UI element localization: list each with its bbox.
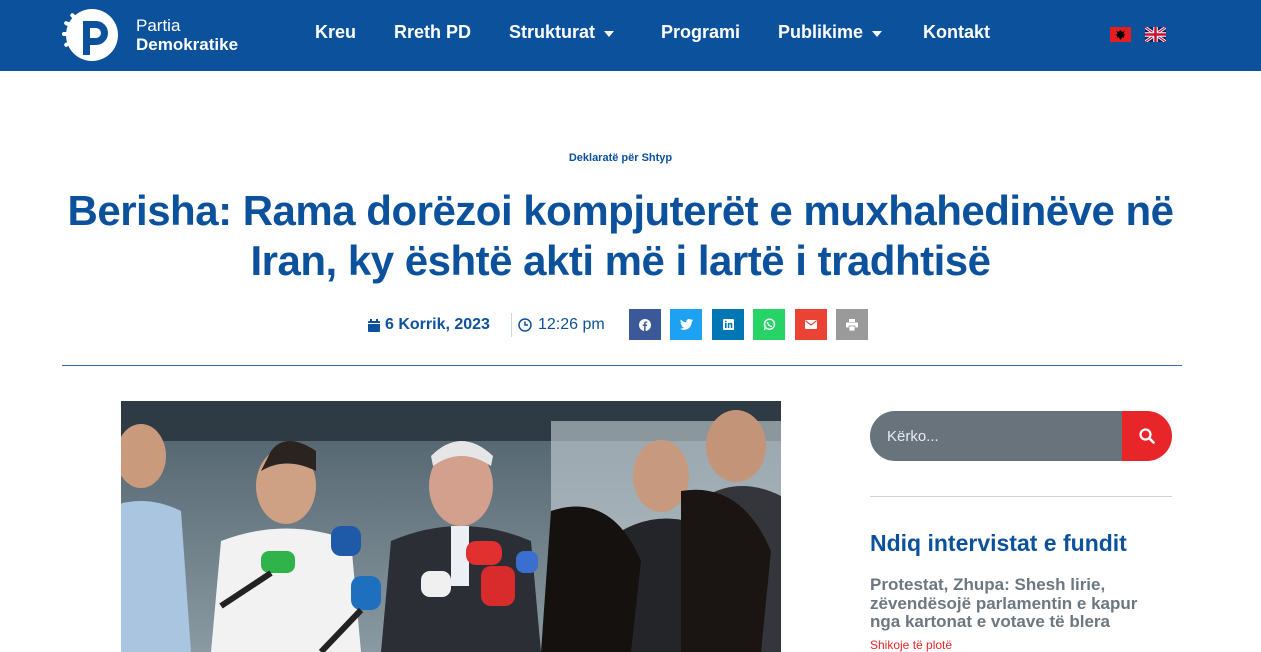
sidebar-section-title: Ndiq intervistat e fundit: [870, 530, 1127, 556]
twitter-icon: [679, 319, 693, 330]
share-facebook-button[interactable]: [629, 309, 661, 340]
meta-separator: [511, 313, 512, 337]
whatsapp-icon: [763, 318, 775, 331]
linkedin-icon: [722, 319, 734, 330]
read-more-link[interactable]: Shikoje të plotë: [870, 638, 952, 652]
printer-icon: [846, 318, 858, 331]
pd-logo-icon: [62, 9, 118, 61]
nav-strukturat[interactable]: Strukturat: [509, 22, 615, 43]
logo-line2: Demokratike: [136, 35, 239, 54]
albanian-flag-icon[interactable]: [1110, 27, 1131, 42]
nav-label: Kreu: [315, 22, 357, 42]
nav-label: Strukturat: [509, 22, 596, 42]
nav-label: Kontakt: [923, 22, 990, 42]
site-logo[interactable]: Partia Demokratike: [61, 7, 261, 63]
nav-publikime[interactable]: Publikime: [778, 22, 883, 43]
search-icon: [1139, 428, 1155, 444]
article-title: Berisha: Rama dorëzoi kompjuterët e muxh…: [67, 187, 1175, 284]
article-featured-photo: [121, 401, 781, 652]
facebook-icon: [639, 318, 651, 331]
nav-label: Publikime: [778, 22, 864, 42]
search-input[interactable]: [870, 411, 1122, 461]
latest-interview-title[interactable]: Protestat, Zhupa: Shesh lirie, zëvendëso…: [870, 575, 1170, 632]
nav-kontakt[interactable]: Kontakt: [923, 22, 990, 43]
share-whatsapp-button[interactable]: [753, 309, 785, 340]
article-category[interactable]: Deklaratë për Shtyp: [0, 152, 1241, 164]
press-conference-photo: [121, 401, 781, 652]
article-time: 12:26 pm: [518, 316, 605, 334]
print-button[interactable]: [836, 309, 868, 340]
uk-flag-icon[interactable]: [1145, 27, 1166, 42]
search-button[interactable]: [1122, 411, 1172, 461]
site-header: Partia Demokratike Kreu Rreth PD Struktu…: [0, 0, 1261, 71]
nav-label: Rreth PD: [394, 22, 472, 42]
nav-rreth-pd[interactable]: Rreth PD: [394, 22, 471, 43]
clock-icon: [518, 318, 532, 332]
share-linkedin-button[interactable]: [712, 309, 744, 340]
caret-down-icon: [872, 30, 883, 37]
search-form: [870, 411, 1172, 461]
nav-programi[interactable]: Programi: [661, 22, 740, 43]
article-date: 6 Korrik, 2023: [368, 316, 490, 334]
logo-line1: Partia: [136, 16, 181, 35]
time-text: 12:26 pm: [538, 316, 605, 333]
caret-down-icon: [604, 30, 615, 37]
nav-kreu[interactable]: Kreu: [315, 22, 356, 43]
envelope-icon: [805, 320, 817, 329]
share-twitter-button[interactable]: [670, 309, 702, 340]
nav-label: Programi: [661, 22, 741, 42]
sidebar-divider: [870, 496, 1172, 497]
date-text: 6 Korrik, 2023: [385, 316, 490, 333]
calendar-icon: [368, 318, 380, 332]
article-divider: [62, 365, 1182, 366]
share-email-button[interactable]: [795, 309, 827, 340]
